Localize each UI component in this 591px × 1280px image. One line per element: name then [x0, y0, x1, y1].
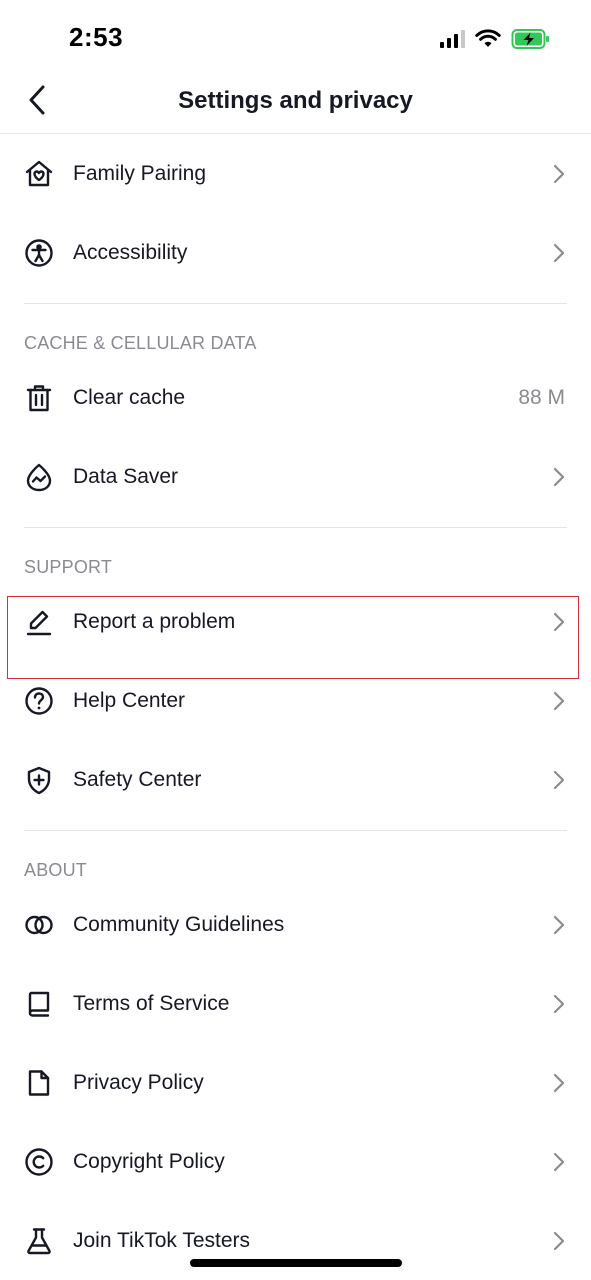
section-title: CACHE & CELLULAR DATA [24, 333, 257, 353]
status-icons [440, 28, 551, 50]
chevron-right-icon [553, 770, 565, 789]
trash-icon [24, 383, 54, 413]
status-bar: 2:53 [0, 0, 591, 70]
row-label: Report a problem [73, 609, 236, 633]
page-title: Settings and privacy [178, 87, 413, 114]
community-rings-icon [24, 910, 54, 940]
family-pairing-icon [24, 159, 54, 189]
settings-row-community-guidelines[interactable]: Community Guidelines [0, 885, 591, 964]
chevron-right-icon [553, 612, 565, 631]
row-label: Copyright Policy [73, 1149, 225, 1173]
shield-plus-icon [24, 765, 54, 795]
row-label: Family Pairing [73, 161, 207, 185]
accessibility-icon [24, 238, 54, 268]
copyright-icon [24, 1147, 54, 1177]
row-label: Community Guidelines [73, 912, 285, 936]
battery-charging-icon [511, 29, 549, 49]
row-label: Clear cache [73, 385, 186, 409]
section-title: ABOUT [24, 860, 88, 880]
chevron-right-icon [553, 1231, 565, 1250]
settings-row-terms-of-service[interactable]: Terms of Service [0, 964, 591, 1043]
settings-row-help-center[interactable]: Help Center [0, 661, 591, 740]
row-label: Privacy Policy [73, 1070, 204, 1094]
row-label: Terms of Service [73, 991, 230, 1015]
chevron-right-icon [553, 915, 565, 934]
help-circle-icon [24, 686, 54, 716]
row-label: Safety Center [73, 767, 202, 791]
settings-row-join-tiktok-testers[interactable]: Join TikTok Testers [0, 1201, 591, 1280]
settings-row-safety-center[interactable]: Safety Center [0, 740, 591, 819]
settings-row-accessibility[interactable]: Accessibility [0, 213, 591, 292]
home-indicator[interactable] [190, 1259, 402, 1267]
settings-row-data-saver[interactable]: Data Saver [0, 437, 591, 516]
chevron-right-icon [553, 691, 565, 710]
status-time: 2:53 [69, 22, 124, 52]
chevron-right-icon [553, 467, 565, 486]
row-label: Accessibility [73, 240, 188, 264]
data-saver-icon [24, 462, 54, 492]
chevron-right-icon [553, 1073, 565, 1092]
chevron-right-icon [553, 243, 565, 262]
settings-list: Family Pairing Accessibility CACHE & CEL… [0, 134, 591, 1280]
settings-row-clear-cache[interactable]: Clear cache 88 M [0, 358, 591, 437]
wifi-icon [475, 29, 501, 47]
chevron-right-icon [553, 1152, 565, 1171]
row-label: Data Saver [73, 464, 179, 488]
flask-icon [24, 1226, 54, 1256]
chevron-right-icon [553, 994, 565, 1013]
row-label: Help Center [73, 688, 186, 712]
section-header-about: ABOUT [0, 831, 591, 885]
section-title: SUPPORT [24, 557, 113, 577]
edit-pencil-icon [24, 607, 54, 637]
settings-row-privacy-policy[interactable]: Privacy Policy [0, 1043, 591, 1122]
row-label: Join TikTok Testers [73, 1228, 251, 1252]
cellular-signal-icon [440, 30, 465, 48]
navigation-bar: Settings and privacy [0, 70, 591, 134]
settings-row-copyright-policy[interactable]: Copyright Policy [0, 1122, 591, 1201]
document-icon [24, 1068, 54, 1098]
cache-size-value: 88 M [518, 385, 565, 409]
chevron-right-icon [553, 164, 565, 183]
settings-row-report-a-problem[interactable]: Report a problem [0, 582, 591, 661]
section-header-support: SUPPORT [0, 528, 591, 582]
section-header-cache: CACHE & CELLULAR DATA [0, 304, 591, 358]
book-icon [24, 989, 54, 1019]
settings-row-family-pairing[interactable]: Family Pairing [0, 134, 591, 213]
